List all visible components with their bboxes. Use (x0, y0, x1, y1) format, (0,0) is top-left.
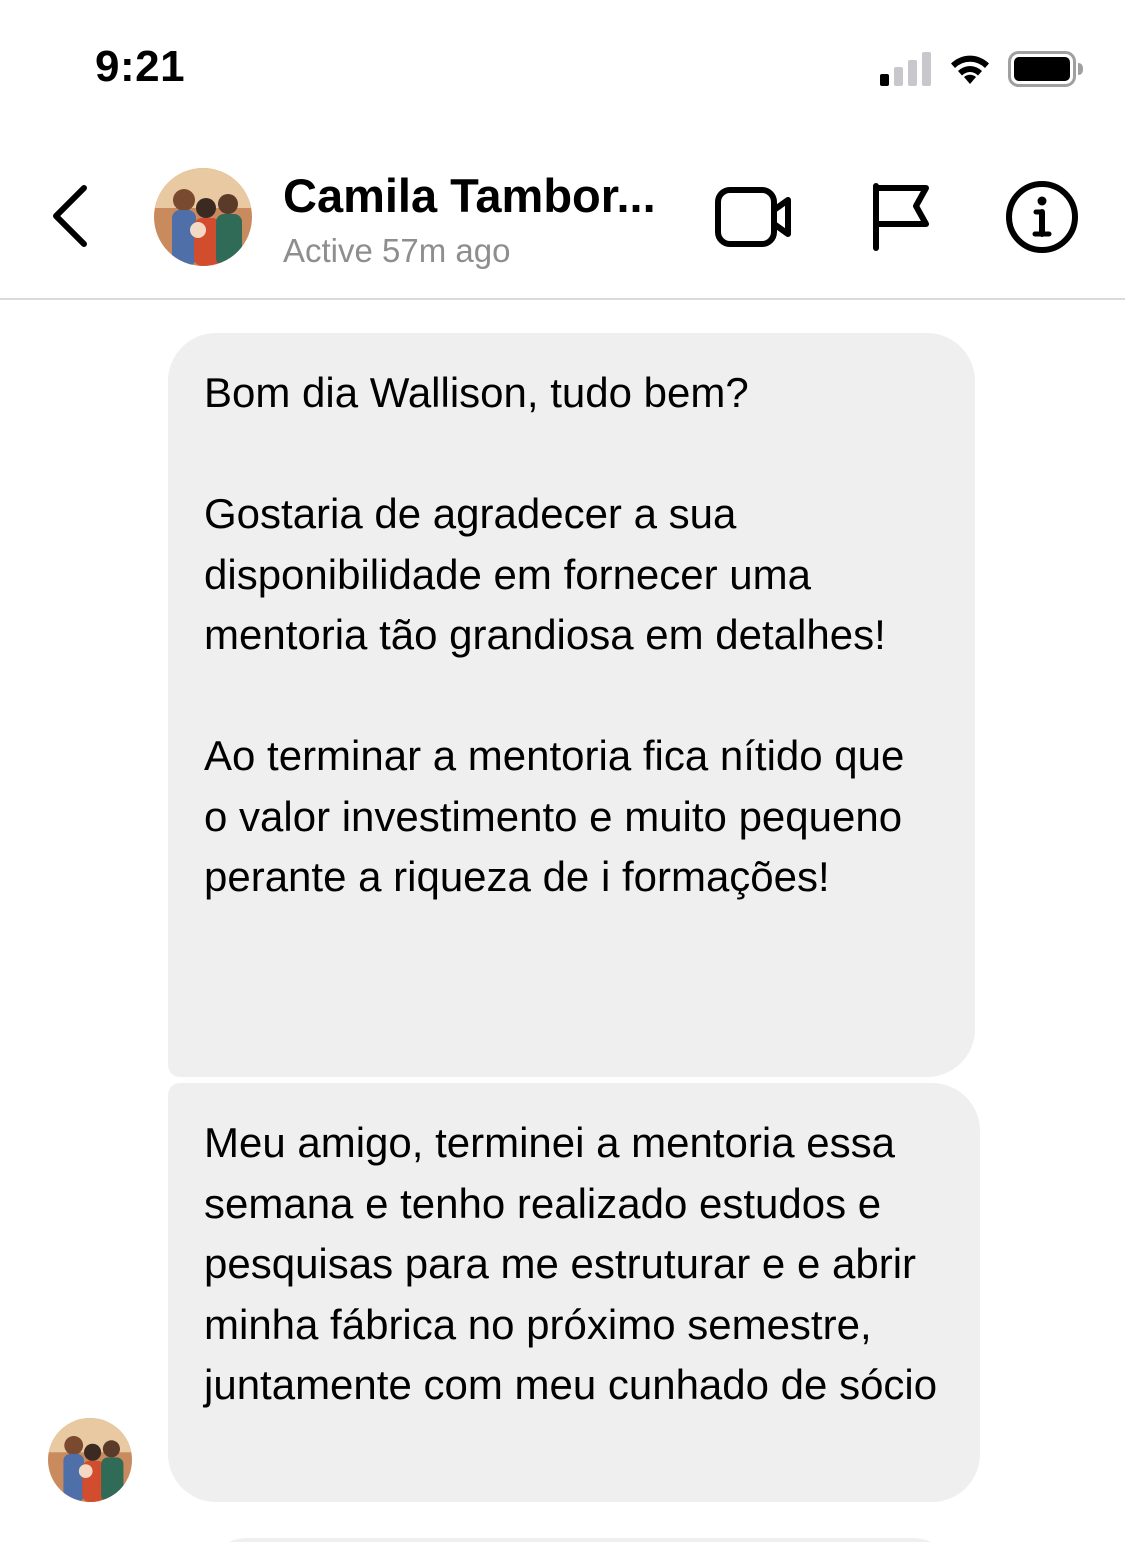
battery-icon (1008, 51, 1083, 87)
video-camera-icon[interactable] (714, 182, 794, 252)
contact-name[interactable]: Camila Tambor... (283, 168, 656, 223)
message-bubble[interactable]: Bom dia Wallison, tudo bem? Gostaria de … (168, 333, 975, 1077)
sender-avatar[interactable] (48, 1418, 132, 1502)
avatar-photo (154, 168, 252, 266)
message-bubble[interactable]: Meu amigo, terminei a mentoria essa sema… (168, 1083, 980, 1502)
chat-header: Camila Tambor... Active 57m ago (0, 130, 1125, 300)
info-icon[interactable] (1005, 180, 1079, 254)
wifi-icon (951, 55, 989, 84)
chevron-left-icon[interactable] (46, 180, 98, 252)
status-bar: 9:21 (0, 0, 1125, 130)
cellular-signal-icon (880, 52, 931, 86)
status-time: 9:21 (95, 42, 186, 91)
flag-icon[interactable] (866, 180, 932, 252)
message-thread[interactable]: Bom dia Wallison, tudo bem? Gostaria de … (0, 300, 1125, 1542)
contact-status: Active 57m ago (283, 232, 511, 269)
avatar[interactable] (154, 168, 252, 266)
message-bubble-partial[interactable] (200, 1538, 960, 1542)
avatar-photo (48, 1418, 132, 1502)
